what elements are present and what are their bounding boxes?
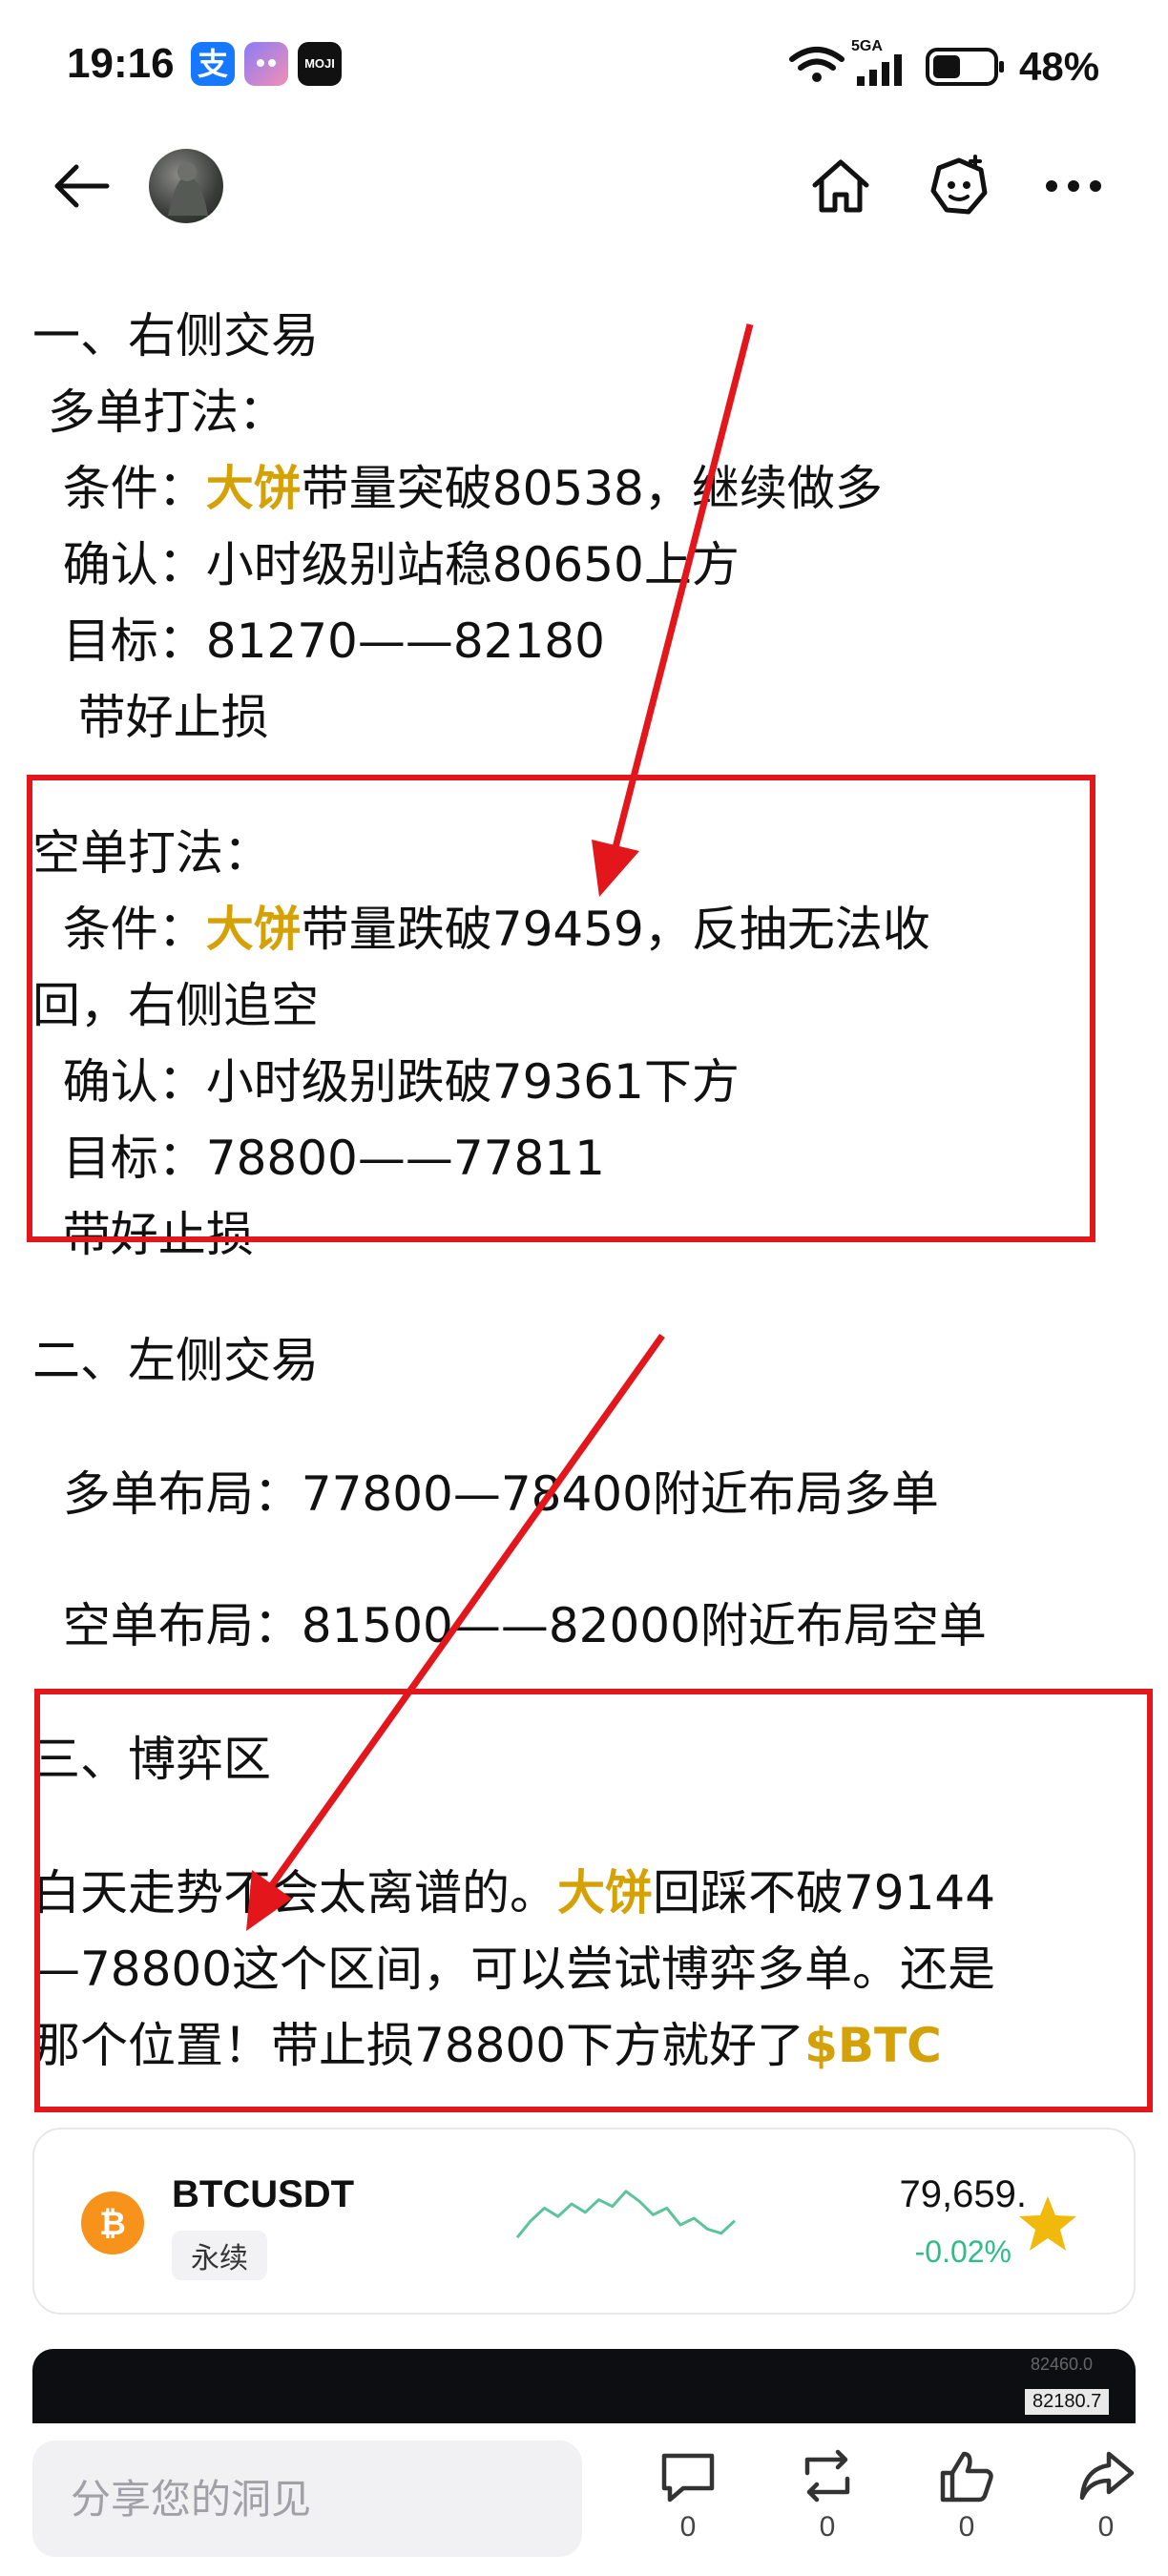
favorite-star-icon[interactable] <box>1017 2194 1078 2254</box>
coin-price: 79,659. <box>899 2173 1027 2215</box>
svg-text:₿: ₿ <box>99 2205 126 2243</box>
bitcoin-icon: ₿ <box>81 2192 144 2254</box>
share-insight-input[interactable] <box>32 2441 582 2557</box>
comment-button[interactable]: 0 <box>636 2448 740 2544</box>
price-sparkline <box>515 2190 737 2239</box>
chart-price-label: 82180.7 <box>1025 2389 1110 2415</box>
repost-icon <box>804 2449 850 2503</box>
share-button[interactable]: 0 <box>1053 2448 1158 2544</box>
share-count: 0 <box>1097 2511 1115 2543</box>
thumbs-up-icon <box>940 2451 993 2503</box>
annotation-arrowhead-2 <box>246 1870 292 1931</box>
repost-button[interactable]: 0 <box>775 2448 880 2544</box>
chart-price-label-top: 82460.0 <box>1031 2355 1094 2374</box>
share-arrow-icon <box>1079 2451 1135 2501</box>
comment-count: 0 <box>679 2511 697 2543</box>
annotation-arrow-2 <box>266 1333 665 1892</box>
like-count: 0 <box>958 2511 975 2543</box>
like-button[interactable]: 0 <box>914 2448 1019 2544</box>
coin-symbol: BTCUSDT <box>172 2173 355 2215</box>
coin-card[interactable]: ₿ BTCUSDT 永续 79,659. -0.02% <box>32 2128 1136 2315</box>
annotation-arrows <box>246 323 754 1931</box>
price-change: -0.02% <box>914 2234 1012 2269</box>
annotation-arrow-1 <box>609 323 754 860</box>
annotation-arrowhead-1 <box>592 840 639 897</box>
repost-count: 0 <box>819 2511 836 2543</box>
contract-type-badge: 永续 <box>172 2231 267 2280</box>
comment-icon <box>661 2453 715 2503</box>
